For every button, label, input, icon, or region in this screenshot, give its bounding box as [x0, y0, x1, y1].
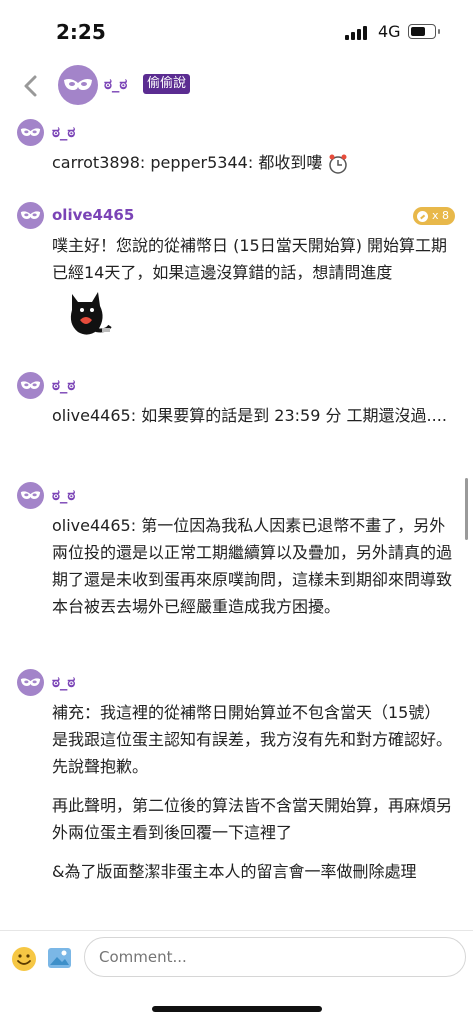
- signal-icon: [345, 24, 371, 40]
- poster-name[interactable]: ಠ_ಠ: [104, 75, 127, 93]
- response-avatar[interactable]: [17, 202, 44, 229]
- mask-icon: [20, 491, 41, 499]
- response-paragraph: olive4465: 如果要算的話是到 23:59 分 工期還沒過....: [52, 406, 447, 425]
- response-text: olive4465: 如果要算的話是到 23:59 分 工期還沒過....: [52, 402, 457, 429]
- mask-icon: [64, 79, 92, 90]
- response-paragraph: carrot3898: pepper5344: 都收到嘍: [52, 153, 323, 172]
- home-indicator: [152, 1006, 322, 1012]
- response-list[interactable]: ಠ_ಠ carrot3898: pepper5344: 都收到嘍 olive44…: [0, 114, 473, 930]
- scrollbar[interactable]: [465, 478, 468, 540]
- battery-icon: [408, 24, 440, 39]
- image-icon[interactable]: [47, 946, 72, 970]
- response-author[interactable]: olive4465: [52, 206, 134, 224]
- karma-count: x 8: [431, 209, 449, 222]
- response-paragraph: 補充：我這裡的從補幣日開始算並不包含當天（15號） 是我跟這位蛋主認知有誤差，我…: [52, 703, 453, 776]
- response-text: 噗主好！您說的從補幣日 (15日當天開始算) 開始算工期已經14天了，如果這邊沒…: [52, 232, 457, 340]
- response-paragraph: &為了版面整潔非蛋主本人的留言會一率做刪除處理: [52, 862, 417, 881]
- response-author[interactable]: ಠ_ಠ: [52, 486, 75, 504]
- response-author[interactable]: ಠ_ಠ: [52, 673, 75, 691]
- response-text: carrot3898: pepper5344: 都收到嘍: [52, 149, 457, 176]
- comment-composer: [0, 930, 473, 1025]
- mask-icon: [20, 381, 41, 389]
- response-avatar[interactable]: [17, 119, 44, 146]
- response-avatar[interactable]: [17, 669, 44, 696]
- response-avatar[interactable]: [17, 482, 44, 509]
- status-bar: 2:25 4G: [0, 0, 473, 62]
- karma-badge: x 8: [412, 207, 455, 225]
- response-author[interactable]: ಠ_ಠ: [52, 376, 75, 394]
- response-paragraph: 噗主好！您說的從補幣日 (15日當天開始算) 開始算工期已經14天了，如果這邊沒…: [52, 236, 448, 282]
- alarm-clock-sticker-icon: [329, 154, 348, 174]
- status-time: 2:25: [56, 20, 106, 44]
- mask-icon: [20, 128, 41, 136]
- chevron-left-icon[interactable]: [18, 72, 46, 100]
- black-cat-sticker-icon: [70, 292, 112, 335]
- plurk-header: ಠ_ಠ 偷偷說: [0, 62, 473, 114]
- response-text: olive4465: 第一位因為我私人因素已退幣不畫了，另外兩位投的還是以正常工…: [52, 512, 457, 620]
- anonymous-badge: 偷偷說: [143, 74, 191, 94]
- poster-avatar[interactable]: [58, 65, 98, 105]
- response-paragraph: 再此聲明，第二位後的算法皆不含當天開始算，再麻煩另外兩位蛋主看到後回覆一下這裡了: [52, 796, 453, 842]
- smiley-icon[interactable]: [11, 946, 37, 972]
- response-avatar[interactable]: [17, 372, 44, 399]
- comment-input[interactable]: [84, 937, 466, 977]
- mask-icon: [20, 678, 41, 686]
- response-author[interactable]: ಠ_ಠ: [52, 123, 75, 141]
- network-type: 4G: [378, 22, 401, 41]
- response-paragraph: olive4465: 第一位因為我私人因素已退幣不畫了，另外兩位投的還是以正常工…: [52, 516, 453, 616]
- mask-icon: [20, 211, 41, 219]
- karma-icon: [416, 210, 428, 222]
- response-text: 補充：我這裡的從補幣日開始算並不包含當天（15號） 是我跟這位蛋主認知有誤差，我…: [52, 699, 457, 897]
